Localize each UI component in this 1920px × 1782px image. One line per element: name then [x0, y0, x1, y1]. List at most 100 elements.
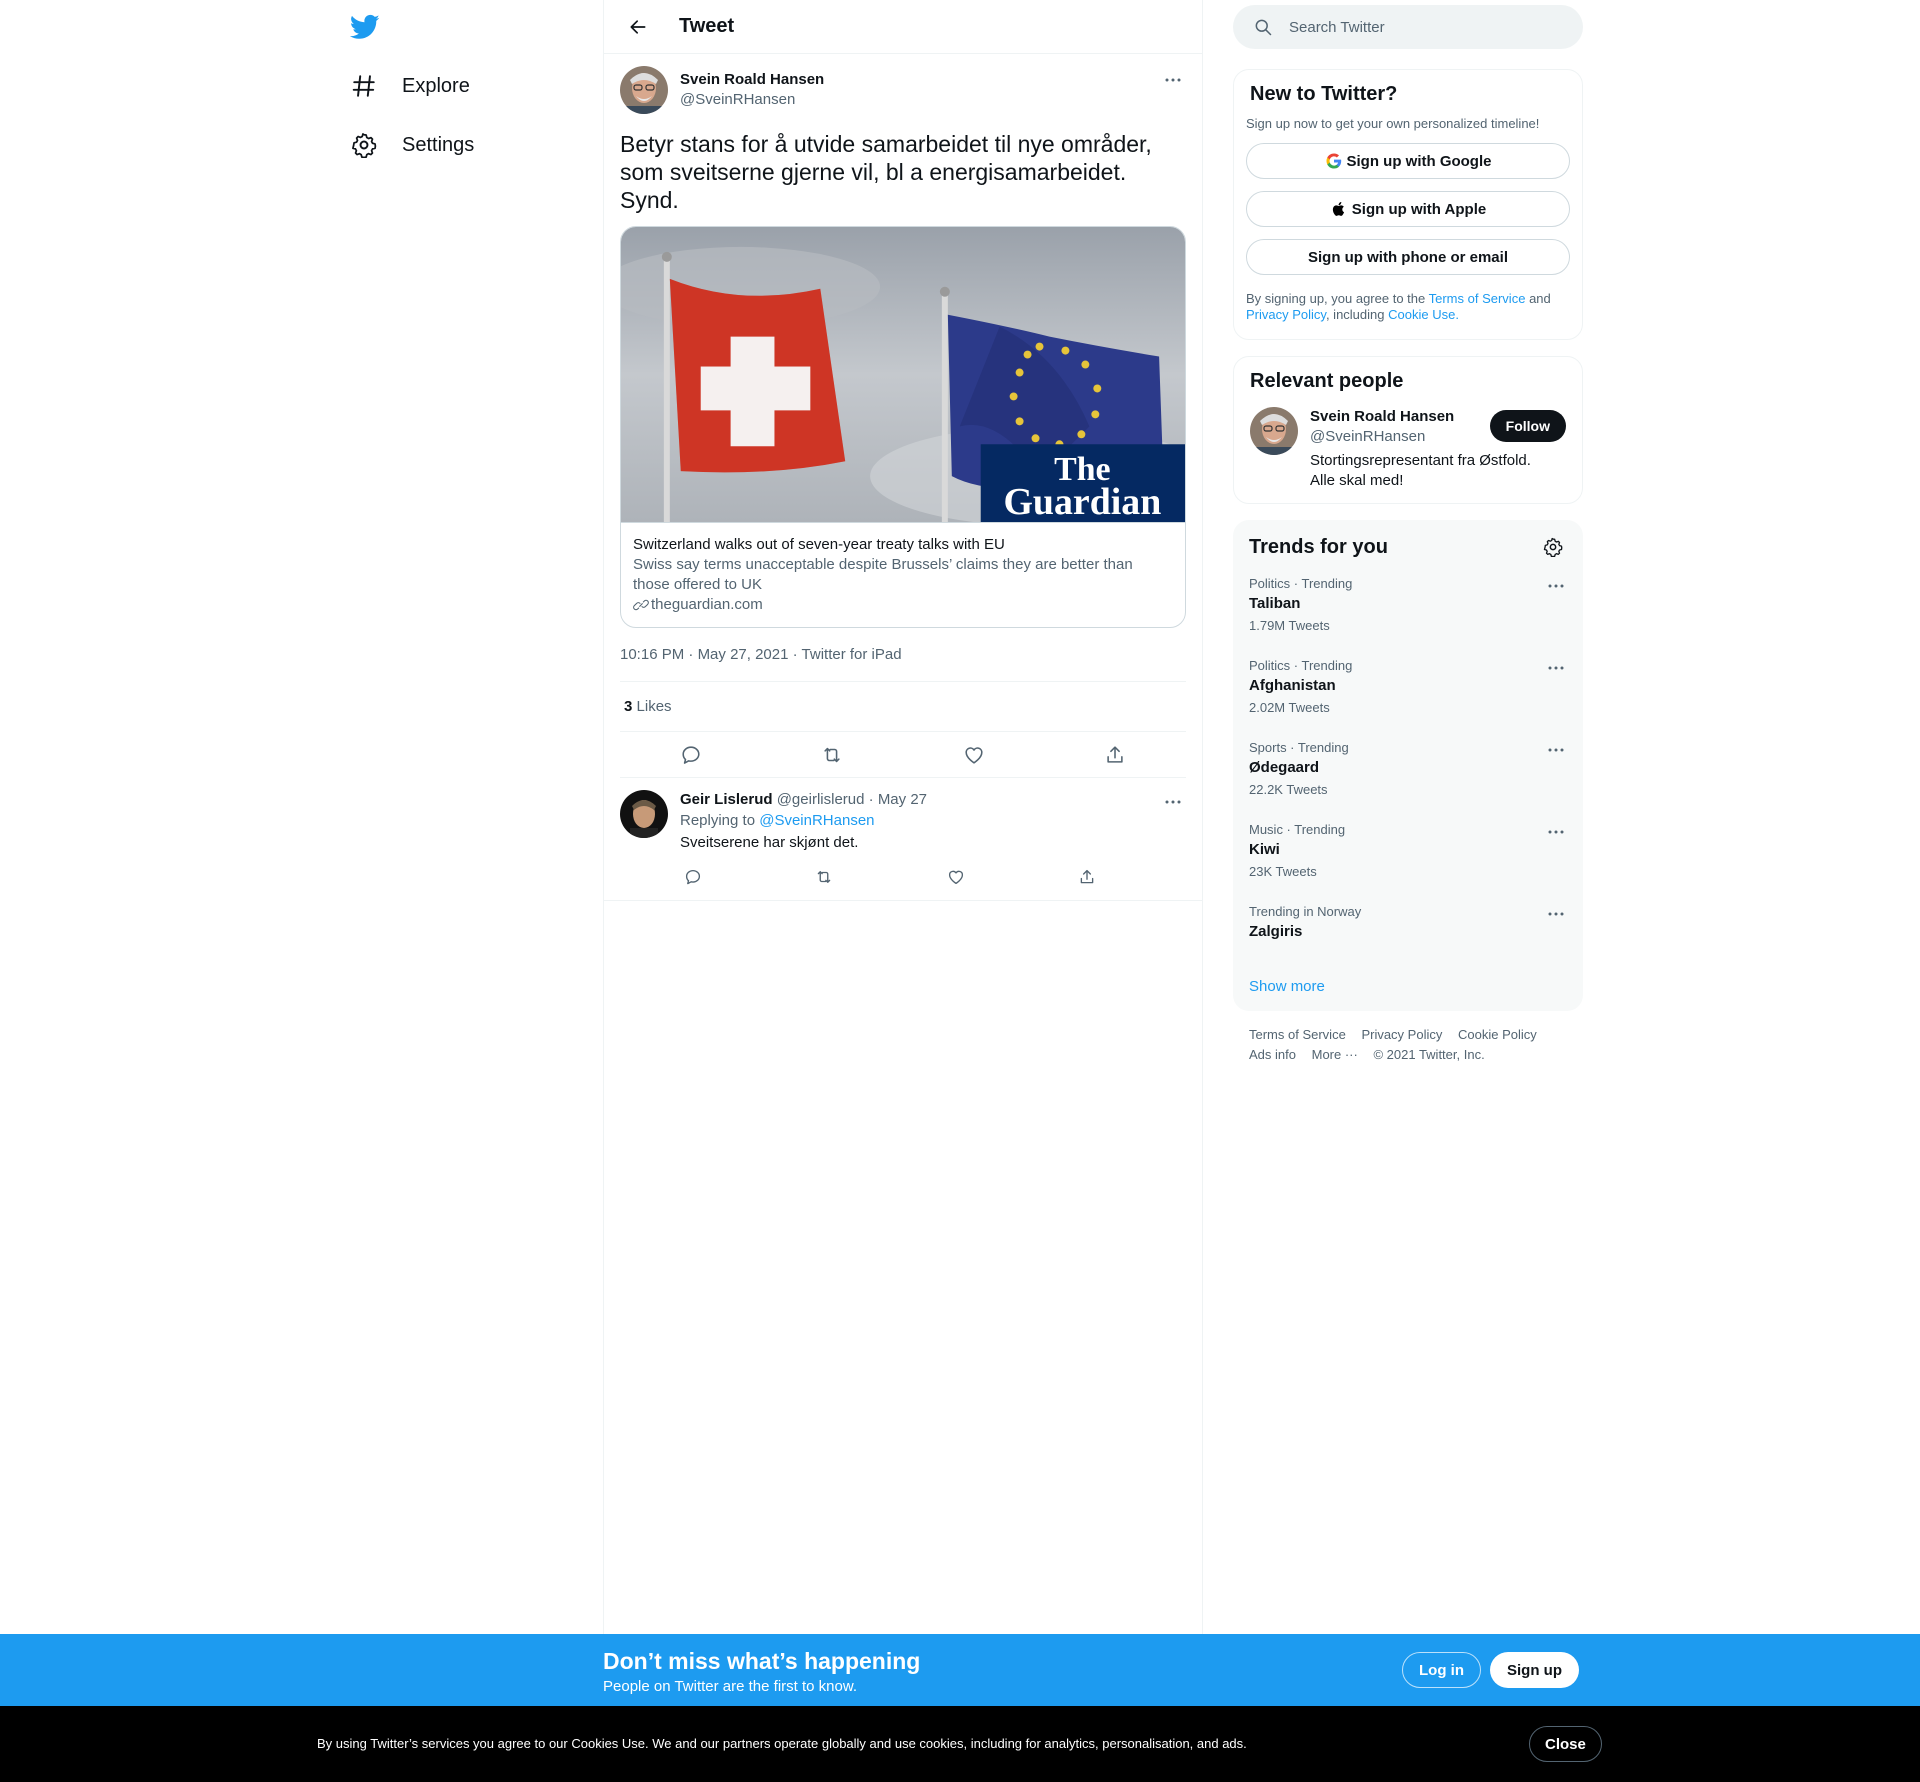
- back-button[interactable]: [620, 9, 656, 45]
- link-icon: [633, 597, 649, 613]
- trend-context: Trending in Norway: [1249, 904, 1362, 919]
- new-to-twitter-title: New to Twitter?: [1250, 83, 1398, 105]
- main-tweet: Svein Roald Hansen @SveinRHansen Betyr s…: [604, 54, 1202, 778]
- trend-context: Politics · Trending: [1249, 576, 1353, 591]
- more-dots-icon: [1165, 78, 1181, 82]
- reply-text: Sveitserene har skjønt det.: [680, 834, 859, 851]
- back-arrow-icon: [630, 19, 646, 34]
- reply-button[interactable]: [674, 738, 708, 772]
- terms-of-service-link[interactable]: Terms of Service: [1429, 291, 1526, 306]
- reply-reply-button[interactable]: [680, 864, 706, 890]
- tweet-timestamp: 10:16 PM · May 27, 2021 · Twitter for iP…: [620, 646, 1186, 682]
- search-icon: [1253, 17, 1273, 37]
- reply-author-handle[interactable]: @geirlislerud: [777, 791, 865, 808]
- cookie-banner: By using Twitter’s services you agree to…: [0, 1706, 1920, 1782]
- reply-date[interactable]: May 27: [878, 791, 927, 808]
- retweet-button[interactable]: [815, 738, 849, 772]
- reply-tweet[interactable]: Geir Lislerud @geirlislerud · May 27 Rep…: [604, 778, 1202, 901]
- heart-icon: [948, 870, 963, 885]
- meta-sep: ·: [688, 646, 698, 663]
- retweet-icon: [818, 871, 831, 883]
- nav-settings[interactable]: Settings: [350, 121, 474, 169]
- gear-icon: [1543, 537, 1563, 557]
- signup-bar: Don’t miss what’s happening People on Tw…: [0, 1634, 1920, 1706]
- trend-item[interactable]: Politics · Trending Afghanistan 2.02M Tw…: [1233, 646, 1583, 728]
- tweet-more-button[interactable]: [1158, 68, 1188, 92]
- tweet-time[interactable]: 10:16 PM: [620, 646, 684, 663]
- cookie-close-button[interactable]: Close: [1529, 1726, 1602, 1762]
- new-to-twitter-subtitle: Sign up now to get your own personalized…: [1246, 116, 1540, 131]
- trend-name: Taliban: [1249, 595, 1301, 612]
- more-dots-icon: [1165, 800, 1181, 804]
- nav-settings-label: Settings: [402, 133, 475, 156]
- card-domain-text: theguardian.com: [651, 596, 763, 613]
- share-button[interactable]: [1098, 738, 1132, 772]
- trend-name: Afghanistan: [1249, 677, 1336, 694]
- follow-button[interactable]: Follow: [1489, 410, 1566, 442]
- signup-legal-text: By signing up, you agree to the Terms of…: [1246, 291, 1570, 323]
- footer-terms-link[interactable]: Terms of Service: [1249, 1027, 1346, 1042]
- trend-count: 22.2K Tweets: [1249, 782, 1328, 797]
- search-input[interactable]: [1289, 18, 1549, 36]
- like-button[interactable]: [957, 738, 991, 772]
- signup-apple-button[interactable]: Sign up with Apple: [1246, 191, 1570, 227]
- trend-count: 1.79M Tweets: [1249, 618, 1330, 633]
- trend-more-button[interactable]: [1541, 902, 1571, 926]
- reply-sep: ·: [868, 791, 878, 808]
- privacy-policy-link[interactable]: Privacy Policy: [1246, 307, 1326, 322]
- tweet-author-handle[interactable]: @SveinRHansen: [680, 90, 824, 110]
- relevant-person-avatar[interactable]: [1250, 407, 1298, 455]
- trend-context: Music · Trending: [1249, 822, 1346, 837]
- more-dots-icon: [1548, 912, 1564, 916]
- meta-sep: ·: [792, 646, 802, 663]
- trend-more-button[interactable]: [1541, 738, 1571, 762]
- login-button[interactable]: Log in: [1402, 1652, 1481, 1688]
- trend-more-button[interactable]: [1541, 820, 1571, 844]
- footer-more-link[interactable]: More ···: [1312, 1047, 1358, 1062]
- gear-icon: [350, 131, 378, 159]
- relevant-person[interactable]: Svein Roald Hansen @SveinRHansen Stortin…: [1250, 407, 1566, 491]
- reply-more-button[interactable]: [1158, 790, 1188, 814]
- footer-ads-link[interactable]: Ads info: [1249, 1047, 1296, 1062]
- reply-icon: [685, 869, 701, 885]
- signup-button[interactable]: Sign up: [1490, 1652, 1579, 1688]
- new-to-twitter-panel: New to Twitter? Sign up now to get your …: [1233, 69, 1583, 340]
- trend-more-button[interactable]: [1541, 656, 1571, 680]
- trend-more-button[interactable]: [1541, 574, 1571, 598]
- share-icon: [1080, 869, 1094, 884]
- signup-phone-button[interactable]: Sign up with phone or email: [1246, 239, 1570, 275]
- footer-cookie-link[interactable]: Cookie Policy: [1458, 1027, 1537, 1042]
- legal-including: , including: [1325, 307, 1385, 322]
- relevant-people-panel: Relevant people Svein Roald Hansen @Svei…: [1233, 356, 1583, 504]
- trend-item[interactable]: Trending in Norway Zalgiris: [1233, 892, 1583, 954]
- signup-google-label: Sign up with Google: [1346, 152, 1492, 170]
- link-card[interactable]: The Guardian Switzerland walks out of se…: [620, 226, 1186, 628]
- tweet-author-name[interactable]: Svein Roald Hansen: [680, 70, 824, 90]
- card-domain: theguardian.com: [633, 595, 1173, 615]
- show-more-link[interactable]: Show more: [1233, 962, 1583, 1011]
- nav-explore[interactable]: Explore: [350, 62, 470, 110]
- trends-title: Trends for you: [1249, 536, 1388, 558]
- trend-item[interactable]: Sports · Trending Ødegaard 22.2K Tweets: [1233, 728, 1583, 810]
- card-image-flags: The Guardian: [621, 227, 1185, 523]
- trends-settings-button[interactable]: [1539, 533, 1567, 561]
- reply-share-button[interactable]: [1074, 864, 1100, 890]
- trend-item[interactable]: Politics · Trending Taliban 1.79M Tweets: [1233, 564, 1583, 646]
- signup-google-button[interactable]: Sign up with Google: [1246, 143, 1570, 179]
- footer-privacy-link[interactable]: Privacy Policy: [1361, 1027, 1442, 1042]
- trend-item[interactable]: Music · Trending Kiwi 23K Tweets: [1233, 810, 1583, 892]
- main-header: Tweet: [604, 0, 1202, 54]
- reply-author-avatar[interactable]: [620, 790, 668, 838]
- tweet-source[interactable]: Twitter for iPad: [802, 646, 902, 663]
- twitter-logo-icon[interactable]: [349, 12, 380, 42]
- cookie-use-link[interactable]: Cookie Use.: [1388, 307, 1459, 322]
- reply-retweet-button[interactable]: [811, 864, 837, 890]
- reply-like-button[interactable]: [943, 864, 969, 890]
- guardian-logo-line2: Guardian: [1003, 481, 1161, 523]
- likes-row[interactable]: 3 Likes: [620, 682, 1186, 732]
- replying-to-link[interactable]: @SveinRHansen: [759, 812, 874, 829]
- tweet-date[interactable]: May 27, 2021: [698, 646, 789, 663]
- reply-author-name[interactable]: Geir Lislerud: [680, 791, 773, 808]
- tweet-author-avatar[interactable]: [620, 66, 668, 114]
- search-box[interactable]: [1233, 5, 1583, 49]
